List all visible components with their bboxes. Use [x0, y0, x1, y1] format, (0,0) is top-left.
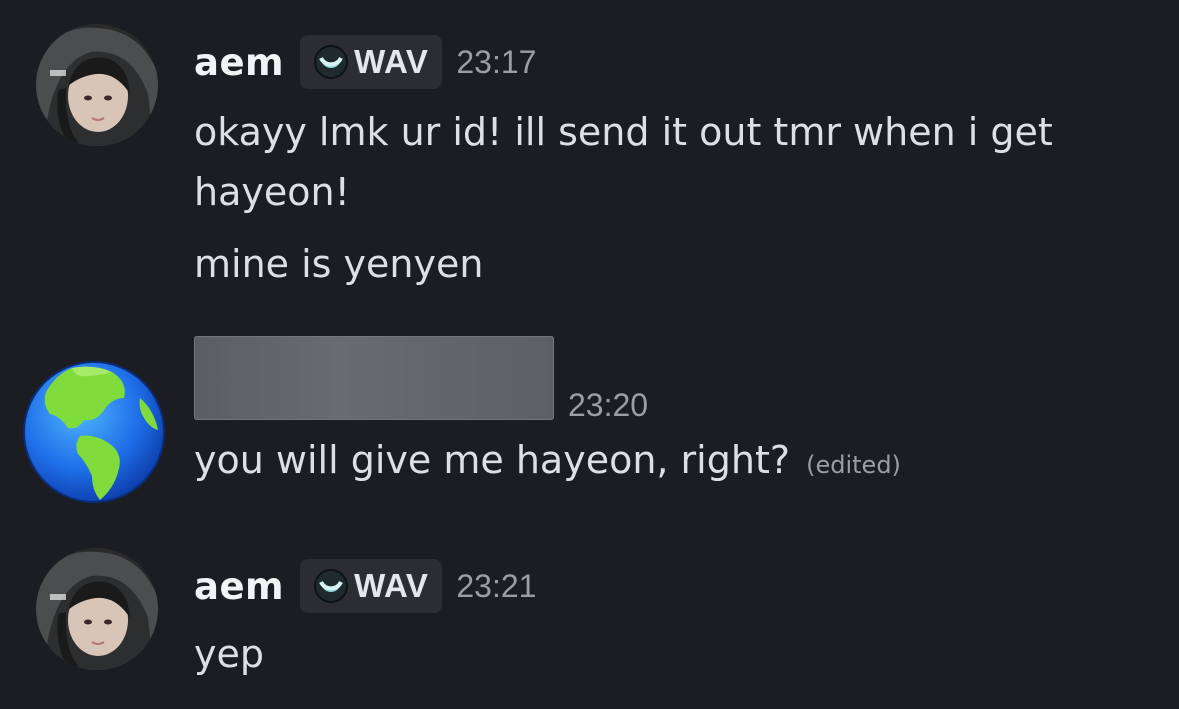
redacted-username — [194, 336, 554, 420]
message-header: aem WAV 23:17 — [194, 34, 1159, 90]
avatar-photo-icon — [36, 24, 158, 146]
server-tag-badge[interactable]: WAV — [300, 559, 443, 613]
message-text: okayy lmk ur id! ill send it out tmr whe… — [194, 110, 1053, 214]
crescent-badge-icon — [314, 45, 349, 79]
edited-label: (edited) — [806, 451, 901, 479]
user-avatar[interactable] — [36, 548, 158, 670]
message-text: yep — [194, 632, 264, 676]
timestamp[interactable]: 23:20 — [568, 387, 648, 424]
message-body: you will give me hayeon, right? — [194, 438, 791, 482]
message-text: mine is yenyen — [194, 242, 484, 286]
user-avatar[interactable] — [20, 358, 168, 506]
server-tag-badge[interactable]: WAV — [300, 35, 443, 89]
earth-globe-icon — [23, 361, 165, 503]
message-header: aem WAV 23:21 — [194, 558, 1159, 614]
avatar-photo-icon — [36, 548, 158, 670]
tag-label: WAV — [354, 43, 429, 80]
username[interactable]: aem — [194, 565, 284, 608]
message-header: 23:20 — [194, 330, 1159, 423]
message-text: you will give me hayeon, right? (edited) — [194, 430, 1159, 495]
crescent-badge-icon — [314, 569, 349, 603]
username[interactable]: aem — [194, 41, 284, 84]
user-avatar[interactable] — [36, 24, 158, 146]
timestamp[interactable]: 23:17 — [456, 44, 536, 81]
tag-label: WAV — [354, 567, 429, 604]
timestamp[interactable]: 23:21 — [456, 568, 536, 605]
